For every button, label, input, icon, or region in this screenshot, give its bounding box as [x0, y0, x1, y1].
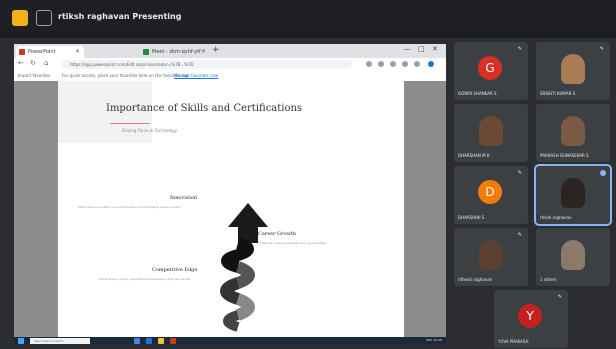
participant-tile[interactable]: ✎ SRISHTI KUMAR S	[536, 42, 610, 100]
minimize-button[interactable]: —	[404, 45, 411, 53]
edge-icon[interactable]	[428, 61, 434, 67]
participant-name: 1 others	[540, 277, 557, 282]
participant-tile[interactable]: PRAKASH GUNASEKAR S	[536, 104, 610, 162]
slide: Importance of Skills and Certifications …	[58, 81, 404, 337]
powerpoint-icon	[19, 49, 25, 55]
close-icon[interactable]: ✕	[201, 46, 206, 58]
mic-icon: ✎	[557, 294, 562, 300]
avatar	[479, 240, 503, 270]
participant-name: DHARSHINI S	[458, 215, 485, 220]
presenting-bar: rtiksh raghavan Presenting	[0, 0, 616, 38]
address-row: ← ↻ ⌂ https://app.powerpoint.com/Edit.as…	[14, 58, 446, 72]
taskbar-search[interactable]: Type here to search	[30, 338, 90, 344]
refresh-icon[interactable]: ↻	[30, 59, 36, 67]
avatar: Y	[518, 304, 542, 328]
spiral-arrow-graphic	[220, 203, 268, 332]
maximize-button[interactable]: □	[418, 45, 425, 53]
powerpoint-taskbar-icon[interactable]	[170, 338, 176, 344]
participant-name: rithesh raghavan	[458, 277, 493, 282]
collections-icon[interactable]	[390, 61, 396, 67]
mic-icon: ✎	[517, 170, 522, 176]
participant-tile[interactable]: rtiksh raghavan	[534, 164, 612, 226]
desc-competitive-edge: Certifications give a competitive advant…	[98, 277, 191, 281]
close-icon[interactable]: ✕	[75, 46, 80, 58]
spiral-band-4	[235, 293, 255, 321]
participants-grid: ✎ G GOWRI SHANKAR S ✎ SRISHTI KUMAR S DH…	[452, 38, 616, 349]
meet-logo-icon	[12, 10, 28, 26]
spiral-band-3	[220, 277, 241, 305]
mic-icon: ✎	[517, 232, 522, 238]
more-icon[interactable]	[414, 61, 420, 67]
desc-innovation: Skills drive innovation and contribute t…	[78, 205, 181, 209]
favorites-icon[interactable]	[378, 61, 384, 67]
participant-tile[interactable]: DHARSHAN M K	[454, 104, 528, 162]
participant-tile[interactable]: ✎ D DHARSHINI S	[454, 166, 528, 224]
participant-tile[interactable]: ✎ rithesh raghavan	[454, 228, 528, 286]
screen-share-icon[interactable]	[36, 10, 52, 26]
speaking-indicator-icon	[600, 170, 606, 176]
participant-name: DHARSHAN M K	[458, 153, 490, 158]
presenting-title: rtiksh raghavan Presenting	[58, 12, 182, 21]
label-competitive-edge: Competitive Edge	[152, 267, 198, 273]
task-view-icon[interactable]	[134, 338, 140, 344]
meet-icon	[143, 49, 149, 55]
tab-label: Meet - zkm-qvhf-ytf	[152, 49, 201, 55]
avatar	[561, 54, 585, 84]
slide-canvas: Importance of Skills and Certifications …	[14, 81, 446, 337]
participant-tile[interactable]: ✎ G GOWRI SHANKAR S	[454, 42, 528, 100]
profile-icon[interactable]	[402, 61, 408, 67]
system-tray: ENG 10:38	[425, 338, 442, 342]
avatar	[479, 116, 503, 146]
avatar	[561, 240, 585, 270]
participant-name: YUVA PRAKASH	[498, 339, 529, 344]
label-innovation: Innovation	[170, 195, 198, 201]
file-explorer-icon[interactable]	[158, 338, 164, 344]
home-icon[interactable]: ⌂	[44, 59, 48, 67]
extension-icon[interactable]	[366, 61, 372, 67]
mic-icon: ✎	[517, 46, 522, 52]
back-icon[interactable]: ←	[18, 59, 24, 67]
spiral-band-5	[223, 310, 240, 332]
import-favorites-link[interactable]: Import favorites	[18, 73, 50, 78]
close-window-button[interactable]: ✕	[432, 45, 438, 53]
participant-name: SRISHTI KUMAR S	[540, 91, 576, 96]
title-divider	[110, 123, 150, 124]
avatar: G	[478, 56, 502, 80]
participant-tile[interactable]: ✎ Y YUVA PRAKASH	[494, 290, 568, 348]
arrow-head	[228, 203, 268, 243]
avatar: D	[478, 180, 502, 204]
new-tab-button[interactable]: +	[212, 45, 220, 55]
participant-name: GOWRI SHANKAR S	[458, 91, 497, 96]
tab-powerpoint[interactable]: PowerPoint ✕	[16, 46, 84, 58]
participant-tile[interactable]: 1 others	[536, 228, 610, 286]
tab-label: PowerPoint	[28, 49, 56, 55]
avatar	[561, 178, 585, 208]
edge-taskbar-icon[interactable]	[146, 338, 152, 344]
avatar	[561, 116, 585, 146]
spiral-band-2	[235, 261, 255, 289]
slide-subtitle: Driving Force in Technology	[122, 128, 178, 133]
windows-taskbar: Type here to search ENG 10:38	[14, 337, 446, 345]
participant-name: rtiksh raghavan	[540, 215, 572, 220]
manage-favorites-link[interactable]: Manage favorites now	[174, 73, 218, 78]
participant-name: PRAKASH GUNASEKAR S	[540, 153, 589, 158]
favorites-hint: For quick access, place your favorites h…	[62, 73, 190, 78]
slide-title: Importance of Skills and Certifications	[106, 103, 303, 114]
tab-meet[interactable]: Meet - zkm-qvhf-ytf ✕	[140, 46, 210, 58]
address-bar[interactable]: https://app.powerpoint.com/Edit.aspx?sou…	[62, 60, 352, 69]
browser-tabstrip: PowerPoint ✕ Meet - zkm-qvhf-ytf ✕ + — □…	[14, 44, 446, 58]
windows-start-icon[interactable]	[18, 338, 24, 344]
shared-screen: PowerPoint ✕ Meet - zkm-qvhf-ytf ✕ + — □…	[14, 44, 446, 345]
mic-icon: ✎	[599, 46, 604, 52]
